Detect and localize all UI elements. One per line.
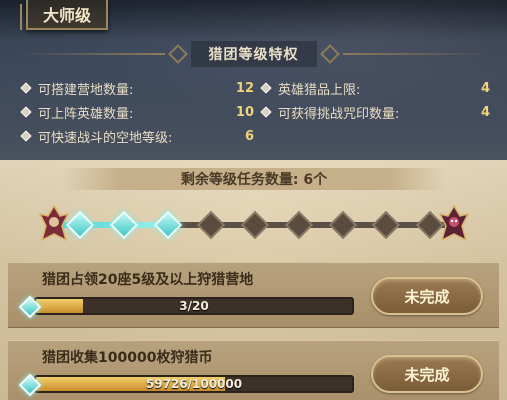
- level-node-5: [240, 210, 270, 240]
- level-node-4: [197, 210, 226, 240]
- diamond-bullet-icon: [260, 82, 272, 94]
- benefit-hero-item-limit: 英雄猎品上限: 4: [260, 78, 490, 98]
- benefit-label: 可快速战斗的空地等级:: [38, 130, 173, 146]
- level-node-3: [153, 210, 182, 240]
- task-progress-text: 3/20: [179, 299, 209, 313]
- benefit-hero-count: 可上阵英雄数量: 10: [20, 102, 254, 122]
- task-title: 猎团占领20座5级及以上狩猎营地: [42, 272, 254, 288]
- level-node-8: [372, 210, 401, 240]
- benefit-value: 4: [480, 80, 490, 96]
- task-status-button[interactable]: 未完成: [371, 355, 483, 393]
- ornament-icon: [319, 44, 340, 64]
- level-node-2: [109, 210, 138, 240]
- benefit-label: 可上阵英雄数量:: [38, 106, 134, 122]
- tier-tab[interactable]: 大师级: [20, 0, 108, 30]
- benefit-camp-count: 可搭建营地数量: 12: [20, 78, 254, 98]
- remaining-tasks-text: 剩余等级任务数量: 6个: [180, 172, 328, 188]
- ornament-icon: [167, 44, 188, 64]
- task-card: 猎团占领20座5级及以上狩猎营地 3/20 未完成: [8, 262, 499, 328]
- benefit-label: 可搭建营地数量:: [38, 82, 134, 98]
- diamond-bullet-icon: [20, 82, 32, 94]
- privileges-panel: 大师级 猎团等级特权 可搭建营地数量: 12 可上阵英雄数量: 10 可快速战斗…: [0, 0, 507, 162]
- diamond-bullet-icon: [260, 106, 272, 118]
- tier-label: 大师级: [42, 6, 91, 25]
- benefit-label: 英雄猎品上限:: [278, 82, 361, 98]
- privileges-title: 猎团等级特权: [190, 41, 317, 67]
- remaining-tasks-banner: 剩余等级任务数量: 6个: [62, 168, 446, 190]
- benefit-value: 12: [235, 80, 254, 96]
- level-node-7: [328, 210, 357, 240]
- benefit-label: 可获得挑战咒印数量:: [278, 106, 400, 122]
- benefit-seal-count: 可获得挑战咒印数量: 4: [260, 102, 490, 122]
- level-node-1: [65, 210, 95, 240]
- level-node-6: [284, 210, 313, 240]
- task-title: 猎团收集100000枚狩猎币: [42, 350, 213, 366]
- task-progress-bar: 3/20: [34, 297, 354, 315]
- benefit-quick-battle-level: 可快速战斗的空地等级: 6: [20, 126, 254, 146]
- benefit-value: 10: [235, 104, 254, 120]
- benefit-value: 6: [244, 128, 254, 144]
- divider: [342, 53, 487, 55]
- task-progress-text: 59726/100000: [145, 377, 243, 391]
- task-status-button[interactable]: 未完成: [371, 277, 483, 315]
- level-progress-track: [0, 196, 507, 252]
- diamond-bullet-icon: [20, 106, 32, 118]
- privileges-header: 猎团等级特权: [20, 41, 487, 67]
- benefit-value: 4: [480, 104, 490, 120]
- diamond-bullet-icon: [20, 130, 32, 142]
- task-card: 猎团收集100000枚狩猎币 59726/100000 未完成: [8, 340, 499, 400]
- task-progress-bar: 59726/100000: [34, 375, 354, 393]
- divider: [20, 53, 165, 55]
